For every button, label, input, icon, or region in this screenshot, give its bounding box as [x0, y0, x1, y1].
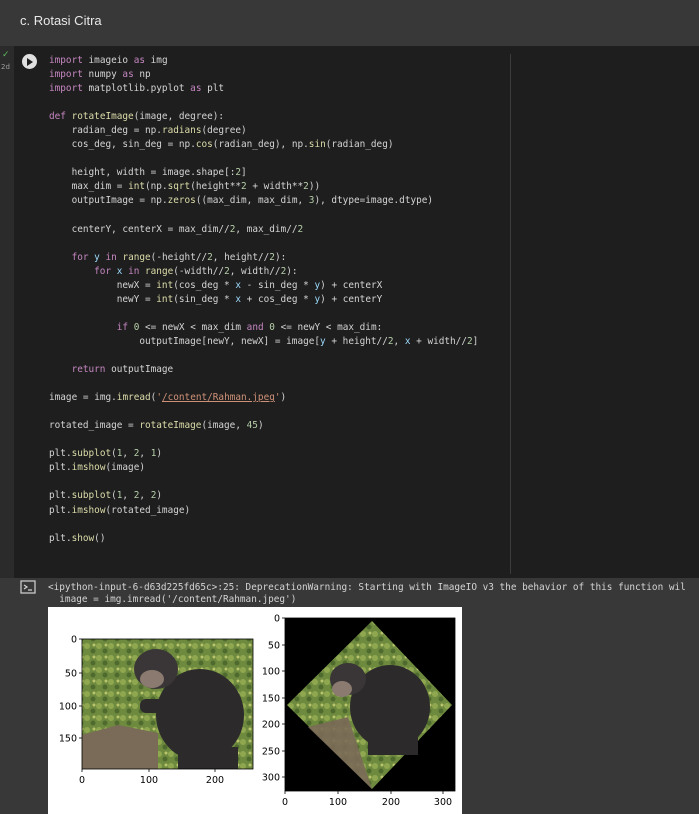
- y-tick-label: 200: [262, 720, 280, 731]
- output-toggle-icon[interactable]: [20, 580, 36, 594]
- x-tick-label: 200: [206, 775, 224, 786]
- code-line[interactable]: import imageio as img: [49, 54, 509, 68]
- code-editor[interactable]: import imageio as img import numpy as np i…: [49, 54, 509, 546]
- matplotlib-figure: 0 50 100 150 0 100 200 0 50 100 150 200 250 300 0 100 2…: [48, 607, 462, 814]
- code-line[interactable]: plt.subplot(1, 2, 2): [49, 489, 509, 503]
- y-tick-label: 300: [262, 773, 280, 784]
- y-tick-label: 0: [71, 635, 77, 646]
- y-tick-label: 150: [262, 694, 280, 705]
- x-tick-label: 100: [140, 775, 158, 786]
- code-line[interactable]: plt.subplot(1, 2, 1): [49, 447, 509, 461]
- code-line[interactable]: image = img.imread('/content/Rahman.jpeg…: [49, 391, 509, 405]
- code-line[interactable]: [49, 349, 509, 363]
- code-line[interactable]: centerY, centerX = max_dim//2, max_dim//…: [49, 223, 509, 237]
- code-line[interactable]: for y in range(-height//2, height//2):: [49, 251, 509, 265]
- x-tick-label: 100: [329, 797, 347, 808]
- subplot-rotated: 0 50 100 150 200 250 300 0 100 200 300: [262, 614, 456, 808]
- section-title: c. Rotasi Citra: [20, 13, 102, 28]
- warning-line-1: <ipython-input-6-d63d225fd65c>:25: Depre…: [48, 582, 686, 593]
- code-line[interactable]: return outputImage: [49, 363, 509, 377]
- code-line[interactable]: [49, 209, 509, 223]
- code-line[interactable]: outputImage[newY, newX] = image[y + heig…: [49, 335, 509, 349]
- code-line[interactable]: newY = int(sin_deg * x + cos_deg * y) + …: [49, 293, 509, 307]
- warning-line-2: image = img.imread('/content/Rahman.jpeg…: [48, 594, 297, 605]
- subplot-original: 0 50 100 150 0 100 200: [59, 635, 254, 786]
- code-line[interactable]: [49, 518, 509, 532]
- code-line[interactable]: for x in range(-width//2, width//2):: [49, 265, 509, 279]
- code-line[interactable]: plt.imshow(image): [49, 461, 509, 475]
- run-cell-button[interactable]: [22, 54, 37, 69]
- x-tick-label: 300: [434, 797, 452, 808]
- y-tick-label: 50: [65, 669, 77, 680]
- code-line[interactable]: [49, 405, 509, 419]
- code-cell[interactable]: ✓ 2d import imageio as img import numpy a…: [0, 46, 699, 578]
- cell-gutter: ✓ 2d: [0, 46, 14, 578]
- code-line[interactable]: newX = int(cos_deg * x - sin_deg * y) + …: [49, 279, 509, 293]
- code-line[interactable]: outputImage = np.zeros((max_dim, max_dim…: [49, 194, 509, 208]
- y-tick-label: 150: [59, 734, 77, 745]
- x-tick-label: 0: [79, 775, 85, 786]
- y-tick-label: 100: [59, 702, 77, 713]
- code-line[interactable]: [49, 307, 509, 321]
- code-line[interactable]: [49, 475, 509, 489]
- code-line[interactable]: plt.show(): [49, 532, 509, 546]
- y-tick-label: 50: [268, 641, 280, 652]
- code-line[interactable]: [49, 433, 509, 447]
- deprecation-warning: <ipython-input-6-d63d225fd65c>:25: Depre…: [48, 582, 686, 606]
- y-tick-label: 0: [274, 614, 280, 625]
- code-line[interactable]: max_dim = int(np.sqrt(height**2 + width*…: [49, 180, 509, 194]
- section-header: c. Rotasi Citra: [0, 0, 699, 46]
- y-tick-label: 250: [262, 747, 280, 758]
- code-line[interactable]: plt.imshow(rotated_image): [49, 504, 509, 518]
- execution-time: 2d: [1, 63, 10, 71]
- code-line[interactable]: [49, 96, 509, 110]
- x-tick-label: 0: [282, 797, 288, 808]
- check-icon: ✓: [2, 50, 10, 60]
- code-line[interactable]: if 0 <= newX < max_dim and 0 <= newY < m…: [49, 321, 509, 335]
- code-line[interactable]: height, width = image.shape[:2]: [49, 166, 509, 180]
- code-line[interactable]: [49, 377, 509, 391]
- figure-canvas: 0 50 100 150 0 100 200 0 50 100 150 200 250 300 0 100 2…: [59, 614, 456, 808]
- x-tick-label: 200: [382, 797, 400, 808]
- code-line[interactable]: rotated_image = rotateImage(image, 45): [49, 419, 509, 433]
- code-line[interactable]: import numpy as np: [49, 68, 509, 82]
- code-line[interactable]: radian_deg = np.radians(degree): [49, 124, 509, 138]
- code-line[interactable]: cos_deg, sin_deg = np.cos(radian_deg), n…: [49, 138, 509, 152]
- line-length-ruler: [510, 54, 511, 574]
- code-line[interactable]: [49, 237, 509, 251]
- y-tick-label: 100: [262, 667, 280, 678]
- code-line[interactable]: [49, 152, 509, 166]
- code-line[interactable]: import matplotlib.pyplot as plt: [49, 82, 509, 96]
- code-line[interactable]: def rotateImage(image, degree):: [49, 110, 509, 124]
